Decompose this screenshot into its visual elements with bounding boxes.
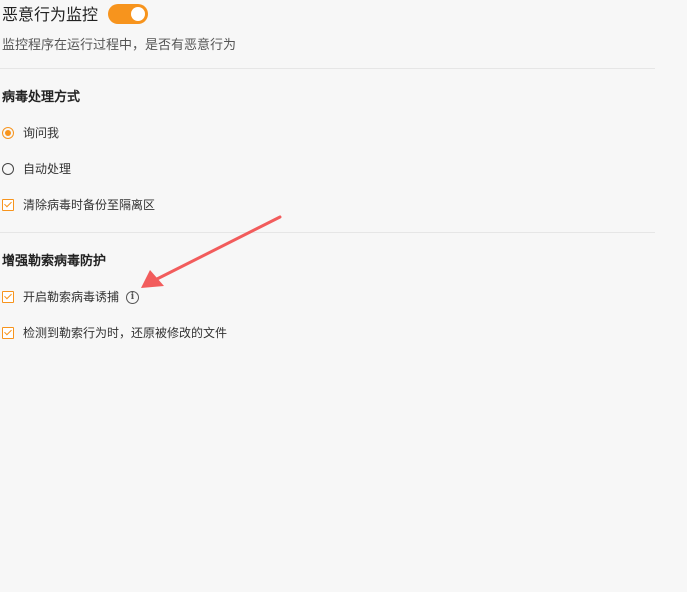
malicious-monitor-toggle[interactable] (108, 4, 148, 24)
malicious-monitor-description: 监控程序在运行过程中，是否有恶意行为 (2, 38, 237, 53)
restore-files-label: 检测到勒索行为时，还原被修改的文件 (23, 326, 228, 340)
ransomware-trap-label: 开启勒索病毒诱捕 (23, 290, 120, 304)
backup-quarantine-checkbox[interactable]: 清除病毒时备份至隔离区 (2, 197, 155, 213)
toggle-knob (131, 7, 145, 21)
divider (0, 232, 655, 233)
checkbox-checked-icon[interactable] (2, 327, 14, 339)
info-icon[interactable]: i (126, 290, 140, 304)
radio-ask-me-label: 询问我 (23, 126, 60, 140)
malicious-monitor-title: 恶意行为监控 (2, 5, 99, 24)
checkbox-checked-icon[interactable] (2, 291, 14, 303)
restore-files-checkbox[interactable]: 检测到勒索行为时，还原被修改的文件 (2, 325, 227, 341)
backup-quarantine-label: 清除病毒时备份至隔离区 (23, 198, 156, 212)
radio-ask-me[interactable]: 询问我 (2, 125, 59, 141)
virus-handling-title: 病毒处理方式 (2, 90, 81, 105)
checkbox-checked-icon[interactable] (2, 199, 14, 211)
ransomware-protection-title: 增强勒索病毒防护 (2, 254, 107, 269)
ransomware-trap-checkbox[interactable]: 开启勒索病毒诱捕 i (2, 289, 140, 305)
radio-auto-handle-label: 自动处理 (23, 162, 72, 176)
radio-auto-handle[interactable]: 自动处理 (2, 161, 71, 177)
divider (0, 68, 655, 69)
radio-selected-icon[interactable] (2, 127, 14, 139)
radio-unselected-icon[interactable] (2, 163, 14, 175)
